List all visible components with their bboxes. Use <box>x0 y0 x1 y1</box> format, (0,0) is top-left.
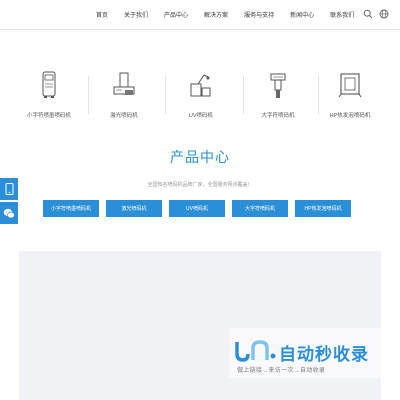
side-wechat-button[interactable] <box>0 202 18 224</box>
button-inkjet[interactable]: 小字符喷墨喷码机 <box>43 200 99 217</box>
product-categories: 小字符喷墨喷码机 激光喷码机 UV喷码机 大字符喷码机 HP热发泡喷码机 <box>0 70 400 126</box>
wechat-icon <box>3 208 15 218</box>
category-inkjet[interactable]: 小字符喷墨喷码机 <box>9 70 89 126</box>
category-laser[interactable]: 激光喷码机 <box>84 70 164 126</box>
inkjet-printer-icon <box>42 71 56 98</box>
button-hp-thermal[interactable]: HP热发泡喷码机 <box>295 200 351 217</box>
category-label: 小字符喷墨喷码机 <box>26 113 71 119</box>
section-subtitle: 全国知名喷码机品牌厂家，全国服务网点覆盖！ <box>147 182 253 188</box>
nav-item-products[interactable]: 产品中心 <box>164 10 188 19</box>
watermark-subtitle: 做上链接→来访一次→自动收录 <box>237 368 326 374</box>
category-uv[interactable]: UV喷码机 <box>161 70 241 126</box>
nav-item-about[interactable]: 关于我们 <box>124 10 148 19</box>
hp-thermal-printer-icon <box>338 73 362 98</box>
category-label: 激光喷码机 <box>110 113 138 119</box>
search-icon[interactable] <box>363 9 373 19</box>
category-label: HP热发泡喷码机 <box>329 113 371 119</box>
button-uv[interactable]: UV喷码机 <box>169 200 225 217</box>
watermark-title: 自动秒收录 <box>279 345 369 364</box>
nav-item-contact[interactable]: 联系我们 <box>330 10 354 19</box>
uv-printer-icon <box>190 74 211 97</box>
watermark-logo-icon <box>235 340 276 362</box>
category-large-character[interactable]: 大字符喷码机 <box>238 70 318 126</box>
globe-icon[interactable] <box>379 9 389 19</box>
large-character-printer-icon <box>270 73 286 98</box>
nav-item-home[interactable]: 首页 <box>96 10 108 19</box>
nav-item-service[interactable]: 服务与支持 <box>244 10 274 19</box>
button-laser[interactable]: 激光喷码机 <box>106 200 162 217</box>
watermark: 自动秒收录 做上链接→来访一次→自动收录 <box>229 328 385 378</box>
category-label: 大字符喷码机 <box>261 113 295 119</box>
nav-item-news[interactable]: 新闻中心 <box>290 10 314 19</box>
category-hp-thermal[interactable]: HP热发泡喷码机 <box>310 70 390 126</box>
button-large-character[interactable]: 大字符喷码机 <box>232 200 288 217</box>
phone-icon <box>5 183 13 195</box>
nav-item-solutions[interactable]: 解决方案 <box>204 10 228 19</box>
site-header: 首页 关于我们 产品中心 解决方案 服务与支持 新闻中心 联系我们 <box>0 0 400 30</box>
side-phone-button[interactable] <box>0 178 18 200</box>
laser-printer-icon <box>113 72 135 95</box>
main-nav: 首页 关于我们 产品中心 解决方案 服务与支持 新闻中心 联系我们 <box>96 10 354 19</box>
section-title: 产品中心 <box>170 149 230 165</box>
category-label: UV喷码机 <box>188 113 214 119</box>
